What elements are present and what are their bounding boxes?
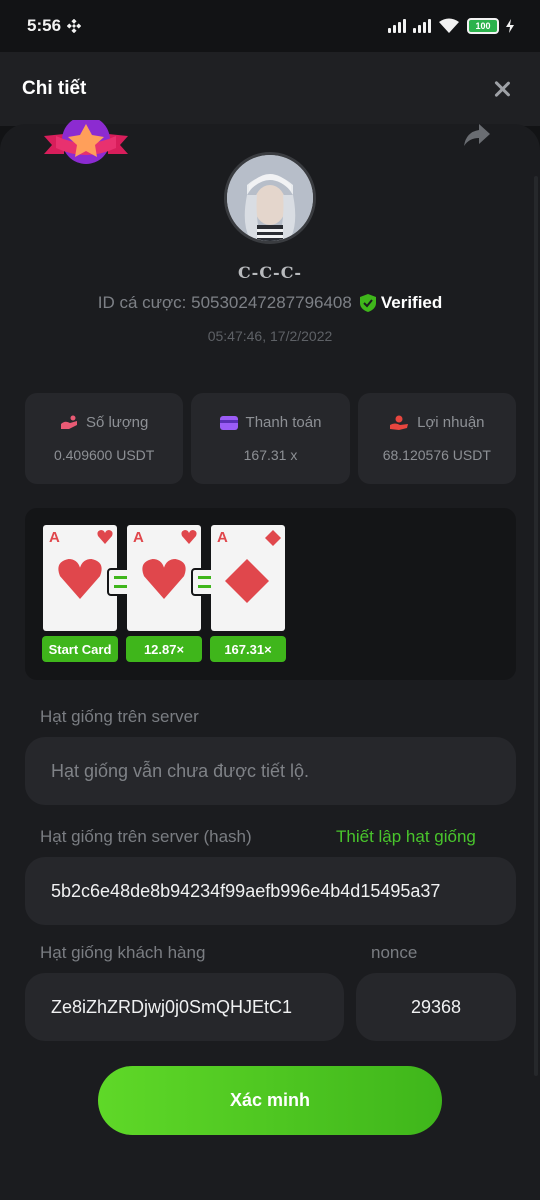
stat-amount-label: Số lượng [85, 414, 149, 431]
stat-payout-value: 167.31 x [243, 447, 298, 463]
card-rank: A [49, 529, 60, 546]
stat-amount-value: 0.409600 USDT [53, 447, 155, 463]
status-time-group: 5:56 [27, 16, 82, 36]
profit-hand-icon [390, 415, 409, 430]
signal-icon [388, 19, 406, 33]
shield-check-icon [359, 294, 376, 312]
playing-card: A [127, 525, 201, 631]
status-bar: 5:56 100 [0, 0, 540, 52]
stat-payout-label-row: Thanh toán [219, 414, 322, 431]
page-title: Chi tiết [22, 78, 87, 99]
diamond-icon [265, 530, 281, 546]
server-seed-label: Hạt giống trên server [40, 707, 199, 726]
verify-button[interactable]: Xác minh [98, 1066, 442, 1135]
bet-id: ID cá cược: 5053024728779640​8 [97, 293, 352, 312]
stat-amount-label-row: Số lượng [60, 414, 148, 431]
heart-icon [142, 559, 186, 599]
stat-profit: Lợi nhuận 68.120576 USDT [357, 393, 516, 484]
charging-icon [506, 19, 514, 33]
verified-badge: Verified [359, 293, 443, 313]
username: C-C-C- [237, 263, 303, 282]
server-hash-field[interactable]: 5b2c6e48de8b94234f99aefb996e4b4d15495a37 [25, 857, 516, 925]
server-hash-label: Hạt giống trên server (hash) [40, 827, 252, 846]
status-indicators: 100 [388, 18, 514, 34]
bet-datetime: 05:47:46, 17/2/2022 [207, 328, 333, 344]
bet-amount-icon [60, 415, 77, 429]
server-seed-field[interactable]: Hạt giống vẫn chưa được tiết lộ. [25, 737, 516, 805]
stat-profit-label: Lợi nhuận [417, 414, 485, 431]
playing-card: A [43, 525, 117, 631]
rank-badge-icon [44, 120, 128, 164]
stats-row: Số lượng 0.409600 USDT Thanh toán 167.31… [25, 393, 516, 484]
card-tag-start: Start Card [42, 636, 118, 662]
card-tag-multiplier: 12.87× [126, 636, 202, 662]
binance-icon [67, 19, 82, 33]
card-payout-icon [219, 415, 238, 430]
verified-label: Verified [380, 293, 443, 312]
card-tag-multiplier: 167.31× [210, 636, 286, 662]
heart-icon [181, 530, 197, 544]
cards-panel: A A A Start Card 12.87× 167.31× [25, 508, 516, 680]
avatar-image [227, 155, 313, 241]
signal-icon-2 [413, 19, 431, 33]
status-time: 5:56 [27, 16, 62, 35]
stat-payout-label: Thanh toán [245, 414, 322, 431]
detail-header: Chi tiết [0, 52, 540, 126]
stat-profit-label-row: Lợi nhuận [389, 414, 485, 431]
share-icon[interactable] [462, 120, 492, 150]
playing-card: A [211, 525, 285, 631]
close-icon[interactable] [490, 77, 514, 101]
diamond-icon [225, 559, 269, 603]
stat-profit-value: 68.120576 USDT [382, 447, 491, 463]
heart-icon [97, 530, 113, 544]
nonce-label: nonce [371, 943, 418, 962]
client-seed-field[interactable]: Ze8iZhZRDjwj0j0SmQHJEtC1 [25, 973, 344, 1041]
nonce-field[interactable]: 29368 [356, 973, 516, 1041]
bet-id-row: ID cá cược: 5053024728779640​8 Verified [0, 293, 540, 313]
heart-icon [58, 559, 102, 599]
card-rank: A [133, 529, 144, 546]
wifi-icon [439, 18, 459, 33]
client-seed-label: Hạt giống khách hàng [40, 943, 206, 962]
stat-payout: Thanh toán 167.31 x [191, 393, 350, 484]
avatar [224, 152, 316, 244]
set-seed-link[interactable]: Thiết lập hạt giống [336, 827, 476, 847]
card-rank: A [217, 529, 228, 546]
battery-icon: 100 [467, 18, 499, 34]
stat-amount: Số lượng 0.409600 USDT [25, 393, 184, 484]
